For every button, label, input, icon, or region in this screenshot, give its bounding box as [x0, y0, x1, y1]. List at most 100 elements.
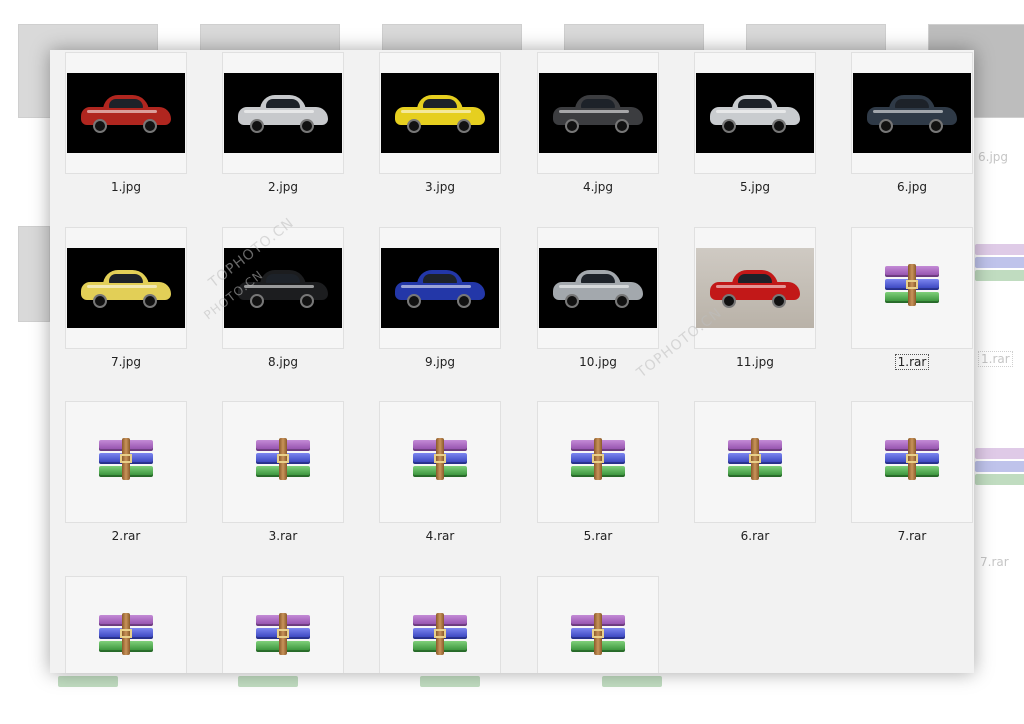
- winrar-archive-icon: [99, 438, 153, 484]
- archive-file-item[interactable]: 2.rar: [65, 401, 187, 561]
- file-name-text: 4.rar: [425, 529, 455, 543]
- file-name-label: 6.jpg: [851, 180, 973, 194]
- thumbnail-frame[interactable]: [65, 227, 187, 349]
- car-photo-thumbnail: [381, 73, 499, 153]
- thumbnail-frame[interactable]: [851, 52, 973, 174]
- image-file-item[interactable]: 6.jpg: [851, 52, 973, 212]
- thumbnail-frame[interactable]: [65, 401, 187, 523]
- car-icon: [395, 95, 485, 133]
- file-name-label: 1.rar: [851, 354, 973, 370]
- car-icon: [81, 95, 171, 133]
- file-name-label: 6.rar: [694, 529, 816, 543]
- thumbnail-frame[interactable]: [222, 227, 344, 349]
- file-name-label: 5.jpg: [694, 180, 816, 194]
- car-photo-thumbnail: [224, 248, 342, 328]
- file-name-text: 5.rar: [583, 529, 613, 543]
- car-photo-thumbnail: [224, 73, 342, 153]
- winrar-archive-icon: [413, 613, 467, 659]
- image-file-item[interactable]: 3.jpg: [379, 52, 501, 212]
- file-name-text: 3.rar: [268, 529, 298, 543]
- image-file-item[interactable]: 5.jpg: [694, 52, 816, 212]
- winrar-archive-icon: [99, 613, 153, 659]
- image-file-item[interactable]: 9.jpg: [379, 227, 501, 387]
- thumbnail-frame[interactable]: [537, 401, 659, 523]
- image-file-item[interactable]: 2.jpg: [222, 52, 344, 212]
- car-photo-thumbnail: [696, 248, 814, 328]
- thumbnail-frame[interactable]: [537, 52, 659, 174]
- thumbnail-frame[interactable]: [379, 52, 501, 174]
- thumbnail-frame[interactable]: [851, 401, 973, 523]
- thumbnail-frame[interactable]: [694, 227, 816, 349]
- bg-archive-icon: [975, 244, 1024, 284]
- bg-archive-icon: [420, 676, 480, 716]
- archive-file-item[interactable]: 6.rar: [694, 401, 816, 561]
- archive-file-item[interactable]: [65, 576, 187, 673]
- file-name-label: 8.jpg: [222, 355, 344, 369]
- car-icon: [553, 270, 643, 308]
- image-file-item[interactable]: 1.jpg: [65, 52, 187, 212]
- file-name-label: 7.jpg: [65, 355, 187, 369]
- archive-file-item[interactable]: 5.rar: [537, 401, 659, 561]
- image-file-item[interactable]: 8.jpg: [222, 227, 344, 387]
- car-icon: [395, 270, 485, 308]
- archive-file-item[interactable]: [537, 576, 659, 673]
- archive-file-item[interactable]: [379, 576, 501, 673]
- bg-archive-icon: [238, 676, 298, 716]
- file-name-text: 8.jpg: [267, 355, 299, 369]
- thumbnail-frame[interactable]: [222, 52, 344, 174]
- thumbnail-frame[interactable]: [379, 401, 501, 523]
- file-name-label: 10.jpg: [537, 355, 659, 369]
- car-icon: [710, 95, 800, 133]
- thumbnail-frame[interactable]: [379, 576, 501, 673]
- winrar-archive-icon: [885, 438, 939, 484]
- file-name-text: 4.jpg: [582, 180, 614, 194]
- car-photo-thumbnail: [67, 73, 185, 153]
- file-name-label: 4.jpg: [537, 180, 659, 194]
- file-name-text: 5.jpg: [739, 180, 771, 194]
- image-file-item[interactable]: 4.jpg: [537, 52, 659, 212]
- archive-file-item[interactable]: 1.rar: [851, 227, 973, 387]
- image-file-item[interactable]: 7.jpg: [65, 227, 187, 387]
- thumbnail-frame[interactable]: [222, 401, 344, 523]
- car-photo-thumbnail: [381, 248, 499, 328]
- image-file-item[interactable]: 11.jpg: [694, 227, 816, 387]
- file-name-label: 5.rar: [537, 529, 659, 543]
- file-name-text: 6.jpg: [896, 180, 928, 194]
- thumbnail-frame[interactable]: [694, 401, 816, 523]
- file-name-label: 11.jpg: [694, 355, 816, 369]
- car-photo-thumbnail: [67, 248, 185, 328]
- thumbnail-frame[interactable]: [379, 227, 501, 349]
- file-name-text: 9.jpg: [424, 355, 456, 369]
- thumbnail-frame[interactable]: [65, 52, 187, 174]
- file-name-text: 3.jpg: [424, 180, 456, 194]
- file-name-text: 7.jpg: [110, 355, 142, 369]
- archive-file-item[interactable]: 4.rar: [379, 401, 501, 561]
- car-icon: [553, 95, 643, 133]
- file-name-label: 4.rar: [379, 529, 501, 543]
- winrar-archive-icon: [256, 613, 310, 659]
- file-browser-panel: 1.jpg 2.jpg 3.jpg 4.jpg 5.jpg 6.jpg 7.jpg 8.jpg…: [50, 50, 974, 673]
- file-name-text: 2.jpg: [267, 180, 299, 194]
- winrar-archive-icon: [885, 264, 939, 310]
- bg-label: 6.jpg: [978, 150, 1009, 164]
- car-photo-thumbnail: [696, 73, 814, 153]
- file-name-text: 1.jpg: [110, 180, 142, 194]
- thumbnail-frame[interactable]: [222, 576, 344, 673]
- bg-archive-icon: [975, 448, 1024, 488]
- file-name-label: 3.jpg: [379, 180, 501, 194]
- file-name-text: 1.rar: [894, 354, 930, 370]
- archive-file-item[interactable]: 7.rar: [851, 401, 973, 561]
- archive-file-item[interactable]: 3.rar: [222, 401, 344, 561]
- bg-thumbnail: [18, 226, 50, 322]
- thumbnail-frame[interactable]: [851, 227, 973, 349]
- file-name-label: 3.rar: [222, 529, 344, 543]
- file-name-text: 2.rar: [111, 529, 141, 543]
- image-file-item[interactable]: 10.jpg: [537, 227, 659, 387]
- thumbnail-frame[interactable]: [537, 227, 659, 349]
- file-name-label: 2.jpg: [222, 180, 344, 194]
- archive-file-item[interactable]: [222, 576, 344, 673]
- thumbnail-frame[interactable]: [65, 576, 187, 673]
- file-name-label: 7.rar: [851, 529, 973, 543]
- thumbnail-frame[interactable]: [694, 52, 816, 174]
- thumbnail-frame[interactable]: [537, 576, 659, 673]
